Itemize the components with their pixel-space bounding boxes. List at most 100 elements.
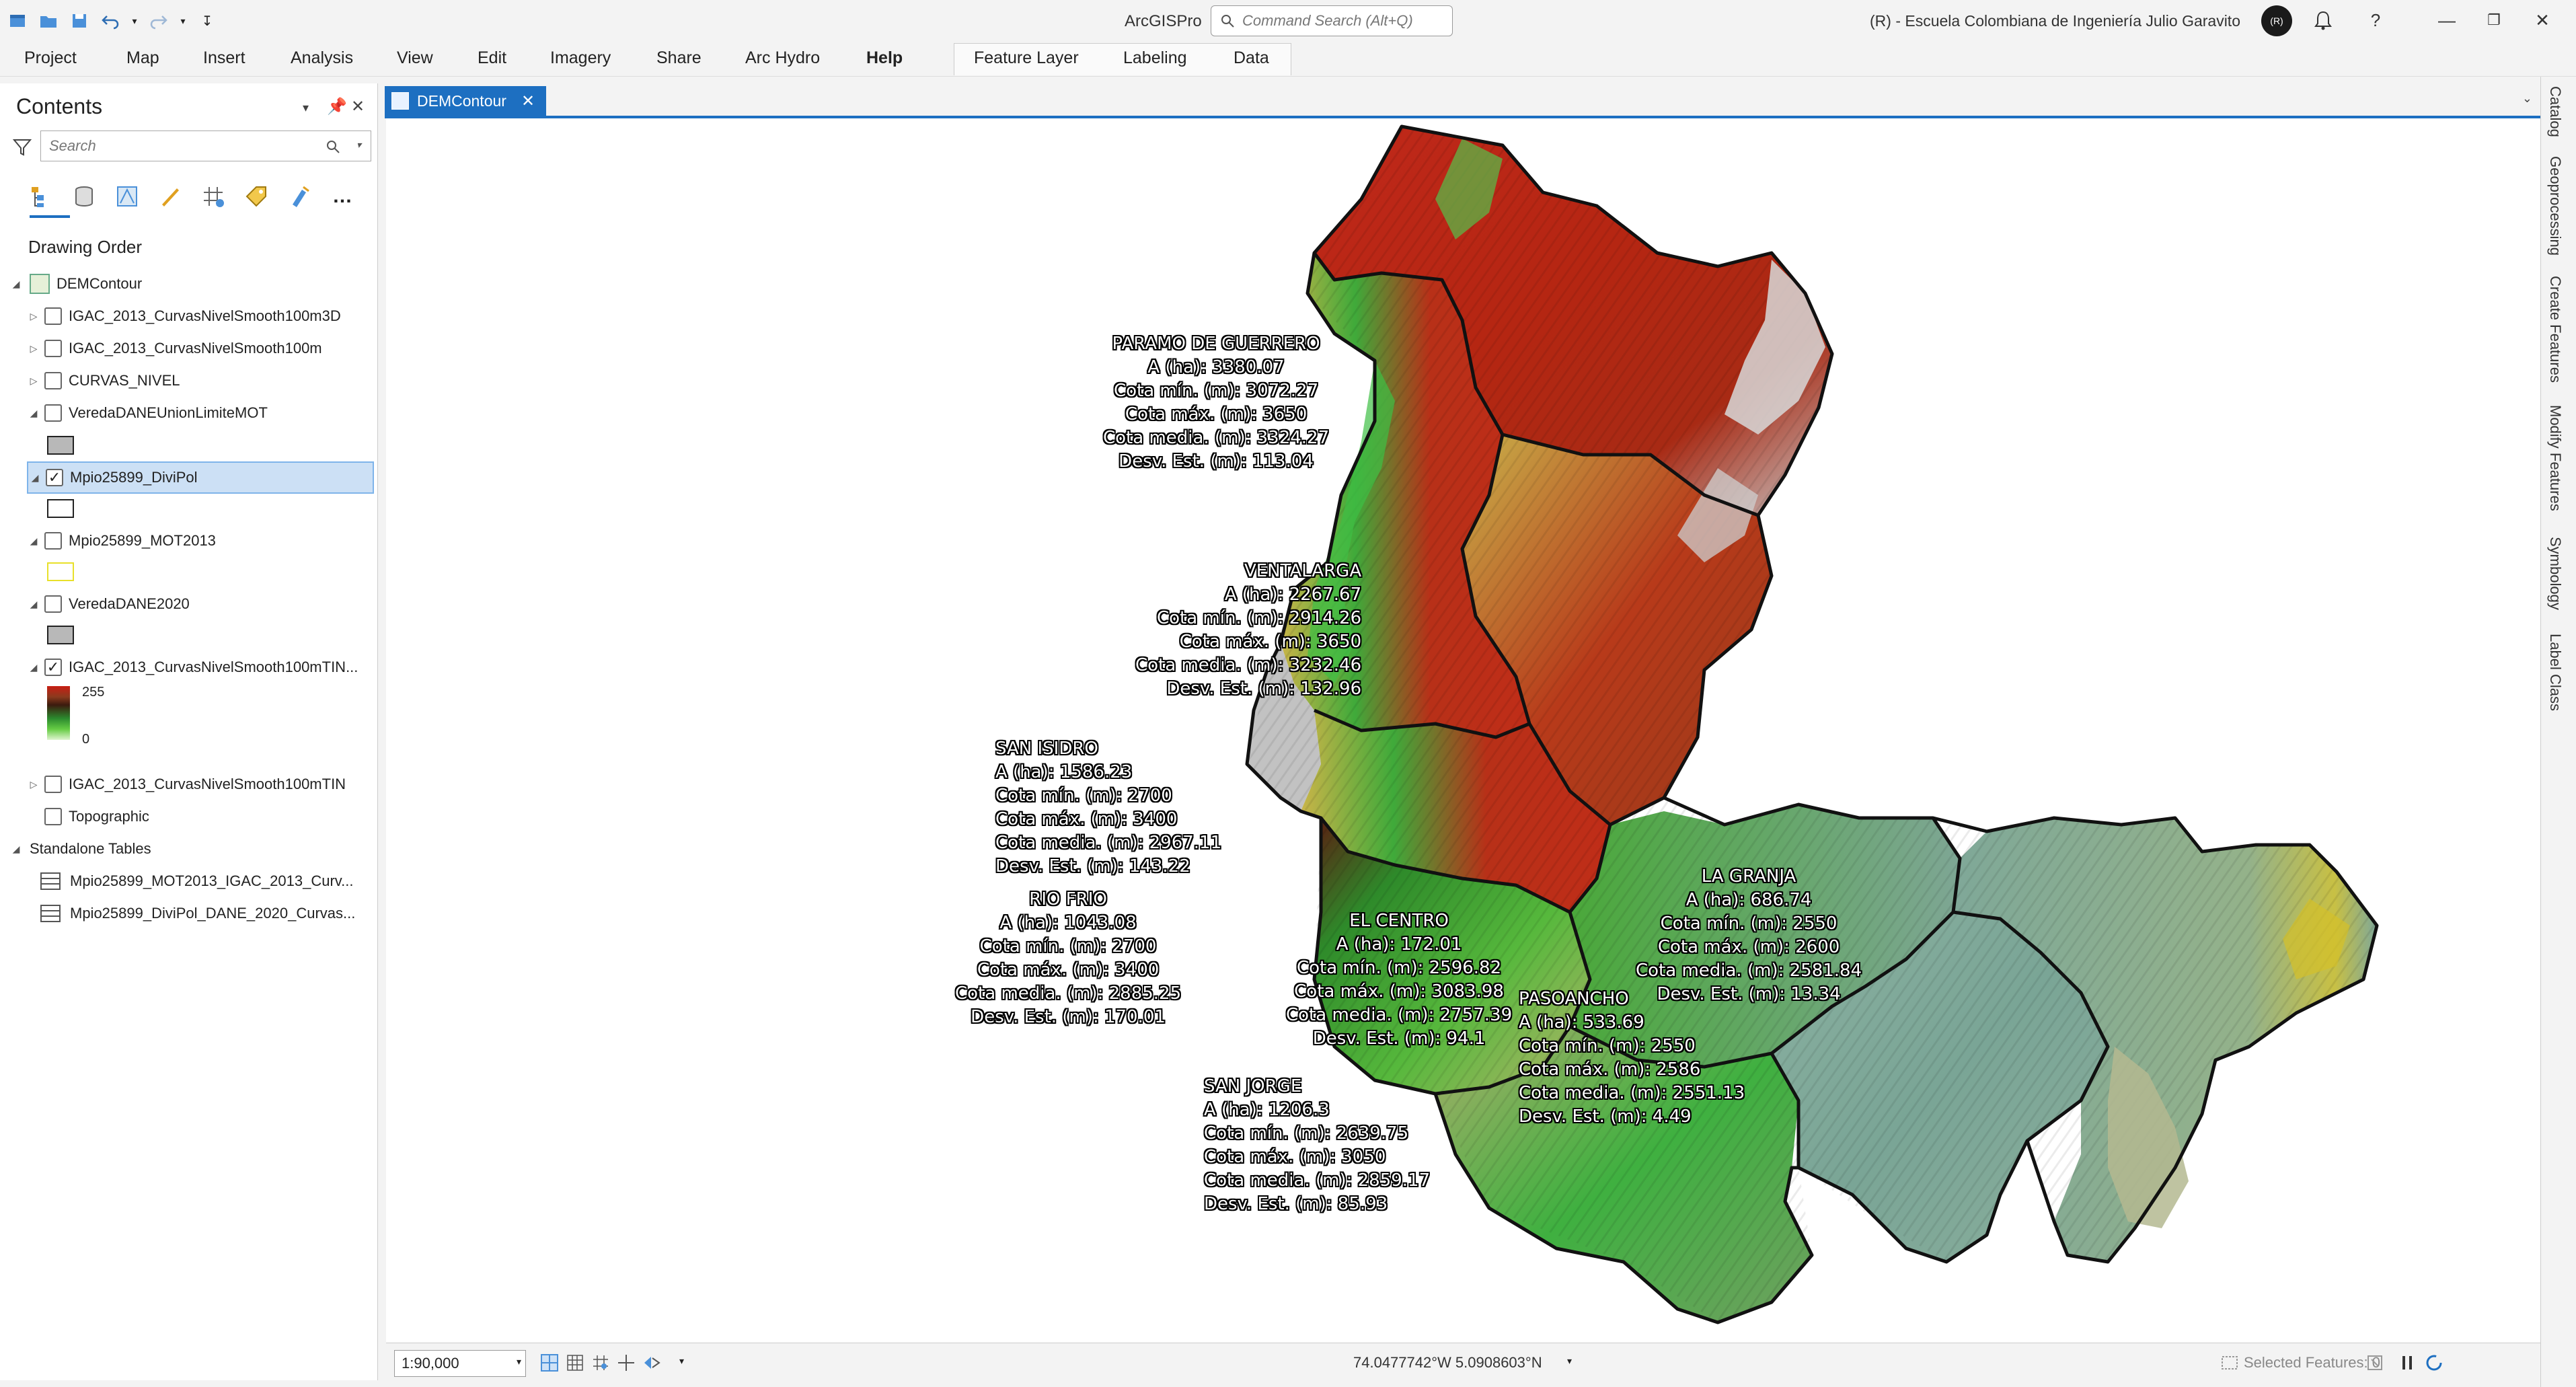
- tab-labeling[interactable]: Labeling: [1123, 48, 1187, 68]
- collapse-icon[interactable]: ◢: [9, 278, 23, 290]
- command-search-input[interactable]: Command Search (Alt+Q): [1211, 5, 1453, 36]
- layer-visibility-checkbox[interactable]: ✓: [44, 659, 62, 676]
- table-row[interactable]: Mpio25899_DiviPol_DANE_2020_Curvas...: [0, 897, 377, 930]
- chevron-down-icon[interactable]: ▾: [356, 139, 361, 151]
- save-project-icon[interactable]: [66, 7, 93, 34]
- snapping-icon[interactable]: [591, 1353, 611, 1373]
- filter-icon[interactable]: [12, 137, 32, 157]
- dock-tab-symbology[interactable]: Symbology: [2546, 537, 2564, 610]
- refresh-scale-icon[interactable]: [2365, 1353, 2385, 1373]
- layer-visibility-checkbox[interactable]: [44, 532, 62, 550]
- close-pane-icon[interactable]: ✕: [351, 97, 365, 116]
- tree-map-node[interactable]: ◢ DEMContour: [0, 268, 377, 300]
- layer-row[interactable]: ◢ ✓ IGAC_2013_CurvasNivelSmooth100mTIN..…: [0, 651, 377, 683]
- tab-help[interactable]: Help: [866, 48, 903, 68]
- expand-icon[interactable]: ▷: [27, 311, 40, 322]
- avatar[interactable]: (R): [2261, 5, 2292, 36]
- collapse-icon[interactable]: ◢: [9, 844, 23, 855]
- polygon-symbol-gray[interactable]: [47, 436, 74, 455]
- scale-selector[interactable]: 1:90,000 ▾: [394, 1350, 526, 1377]
- close-tab-icon[interactable]: ✕: [521, 91, 535, 111]
- chevron-down-icon[interactable]: ▾: [517, 1356, 521, 1367]
- collapse-icon[interactable]: ◢: [27, 599, 40, 610]
- layer-visibility-checkbox[interactable]: [44, 808, 62, 825]
- tab-analysis[interactable]: Analysis: [291, 48, 353, 68]
- contents-search-input[interactable]: Search ▾: [40, 130, 371, 161]
- dock-tab-label-class[interactable]: Label Class: [2546, 634, 2564, 711]
- layer-row[interactable]: ▷ IGAC_2013_CurvasNivelSmooth100mTIN: [0, 768, 377, 800]
- layer-row[interactable]: Topographic: [0, 800, 377, 833]
- layer-visibility-checkbox[interactable]: [44, 404, 62, 422]
- layer-visibility-checkbox[interactable]: [44, 372, 62, 389]
- pause-icon[interactable]: [2397, 1353, 2417, 1373]
- tab-list-chevron-icon[interactable]: ⌄: [2522, 91, 2532, 106]
- redo-icon[interactable]: [145, 7, 172, 34]
- pin-icon[interactable]: 📌: [327, 97, 347, 116]
- list-by-labeling-icon[interactable]: [242, 182, 270, 211]
- notification-bell-icon[interactable]: [2311, 8, 2335, 32]
- chevron-down-icon[interactable]: ▾: [128, 7, 141, 34]
- tab-insert[interactable]: Insert: [203, 48, 245, 68]
- selected-features-count[interactable]: Selected Features: 0: [2244, 1354, 2380, 1372]
- tab-edit[interactable]: Edit: [478, 48, 506, 68]
- map-view-tab[interactable]: DEMContour ✕: [385, 86, 546, 116]
- help-icon[interactable]: ?: [2363, 8, 2388, 32]
- collapse-icon[interactable]: ◢: [27, 662, 40, 673]
- chevron-down-icon[interactable]: ▾: [176, 7, 190, 34]
- expand-icon[interactable]: ▷: [27, 375, 40, 387]
- layer-visibility-checkbox[interactable]: [44, 307, 62, 325]
- tab-project[interactable]: Project: [24, 48, 77, 68]
- close-icon[interactable]: ✕: [2530, 8, 2554, 32]
- dock-tab-catalog[interactable]: Catalog: [2546, 86, 2564, 137]
- layer-visibility-checkbox[interactable]: [44, 340, 62, 357]
- chevron-down-icon[interactable]: ▾: [679, 1355, 684, 1367]
- new-project-icon[interactable]: [4, 7, 31, 34]
- expand-icon[interactable]: ▷: [27, 779, 40, 790]
- layer-row[interactable]: ◢ VeredaDANE2020: [0, 588, 377, 620]
- tab-view[interactable]: View: [397, 48, 433, 68]
- layer-visibility-checkbox[interactable]: [44, 776, 62, 793]
- selection-icon[interactable]: [2220, 1353, 2240, 1373]
- fixed-scale-icon[interactable]: [539, 1353, 560, 1373]
- tab-arc-hydro[interactable]: Arc Hydro: [745, 48, 820, 68]
- tab-data[interactable]: Data: [1234, 48, 1269, 68]
- polygon-symbol-gray[interactable]: [47, 626, 74, 644]
- elevation-color-ramp[interactable]: [47, 686, 70, 740]
- list-by-snapping-icon[interactable]: [199, 182, 227, 211]
- dock-tab-geoprocessing[interactable]: Geoprocessing: [2546, 156, 2564, 256]
- tab-feature-layer[interactable]: Feature Layer: [974, 48, 1079, 68]
- layer-row[interactable]: ◢ VeredaDANEUnionLimiteMOT: [0, 397, 377, 429]
- layer-row[interactable]: ▷ IGAC_2013_CurvasNivelSmooth100m: [0, 332, 377, 365]
- restore-icon[interactable]: ❐: [2482, 8, 2506, 32]
- tab-share[interactable]: Share: [656, 48, 702, 68]
- polygon-symbol-yellow[interactable]: [47, 562, 74, 581]
- layer-row-selected[interactable]: ◢ ✓ Mpio25899_DiviPol: [27, 461, 374, 494]
- customize-qat-icon[interactable]: ↧: [194, 7, 221, 34]
- coordinate-format-chevron-icon[interactable]: ▾: [1567, 1355, 1572, 1367]
- minimize-icon[interactable]: —: [2435, 8, 2459, 32]
- list-by-editing-icon[interactable]: [156, 182, 184, 211]
- tab-map[interactable]: Map: [126, 48, 159, 68]
- collapse-icon[interactable]: ◢: [27, 535, 40, 547]
- polygon-symbol-outline[interactable]: [47, 499, 74, 518]
- layer-row[interactable]: ▷ CURVAS_NIVEL: [0, 365, 377, 397]
- list-by-selection-icon[interactable]: [113, 182, 141, 211]
- layer-row[interactable]: ◢ Mpio25899_MOT2013: [0, 525, 377, 557]
- dock-tab-create-features[interactable]: Create Features: [2546, 276, 2564, 383]
- collapse-icon[interactable]: ◢: [28, 472, 42, 484]
- map-view[interactable]: PARAMO DE GUERRERO A (ha): 3380.07 Cota mí…: [386, 118, 2540, 1343]
- layer-row[interactable]: ▷ IGAC_2013_CurvasNivelSmooth100m3D: [0, 300, 377, 332]
- undo-icon[interactable]: [97, 7, 124, 34]
- expand-icon[interactable]: ▷: [27, 343, 40, 354]
- tab-imagery[interactable]: Imagery: [550, 48, 611, 68]
- table-row[interactable]: Mpio25899_MOT2013_IGAC_2013_Curv...: [0, 865, 377, 897]
- collapse-icon[interactable]: ◢: [27, 408, 40, 419]
- navigation-options-icon[interactable]: [642, 1353, 662, 1373]
- pane-options-icon[interactable]: ▾: [303, 101, 309, 115]
- list-by-perspective-imagery-icon[interactable]: [285, 182, 313, 211]
- refresh-icon[interactable]: [2424, 1353, 2444, 1373]
- list-by-data-source-icon[interactable]: [70, 182, 98, 211]
- open-project-icon[interactable]: [35, 7, 62, 34]
- layer-visibility-checkbox[interactable]: ✓: [46, 469, 63, 486]
- list-by-drawing-order-icon[interactable]: [27, 182, 55, 211]
